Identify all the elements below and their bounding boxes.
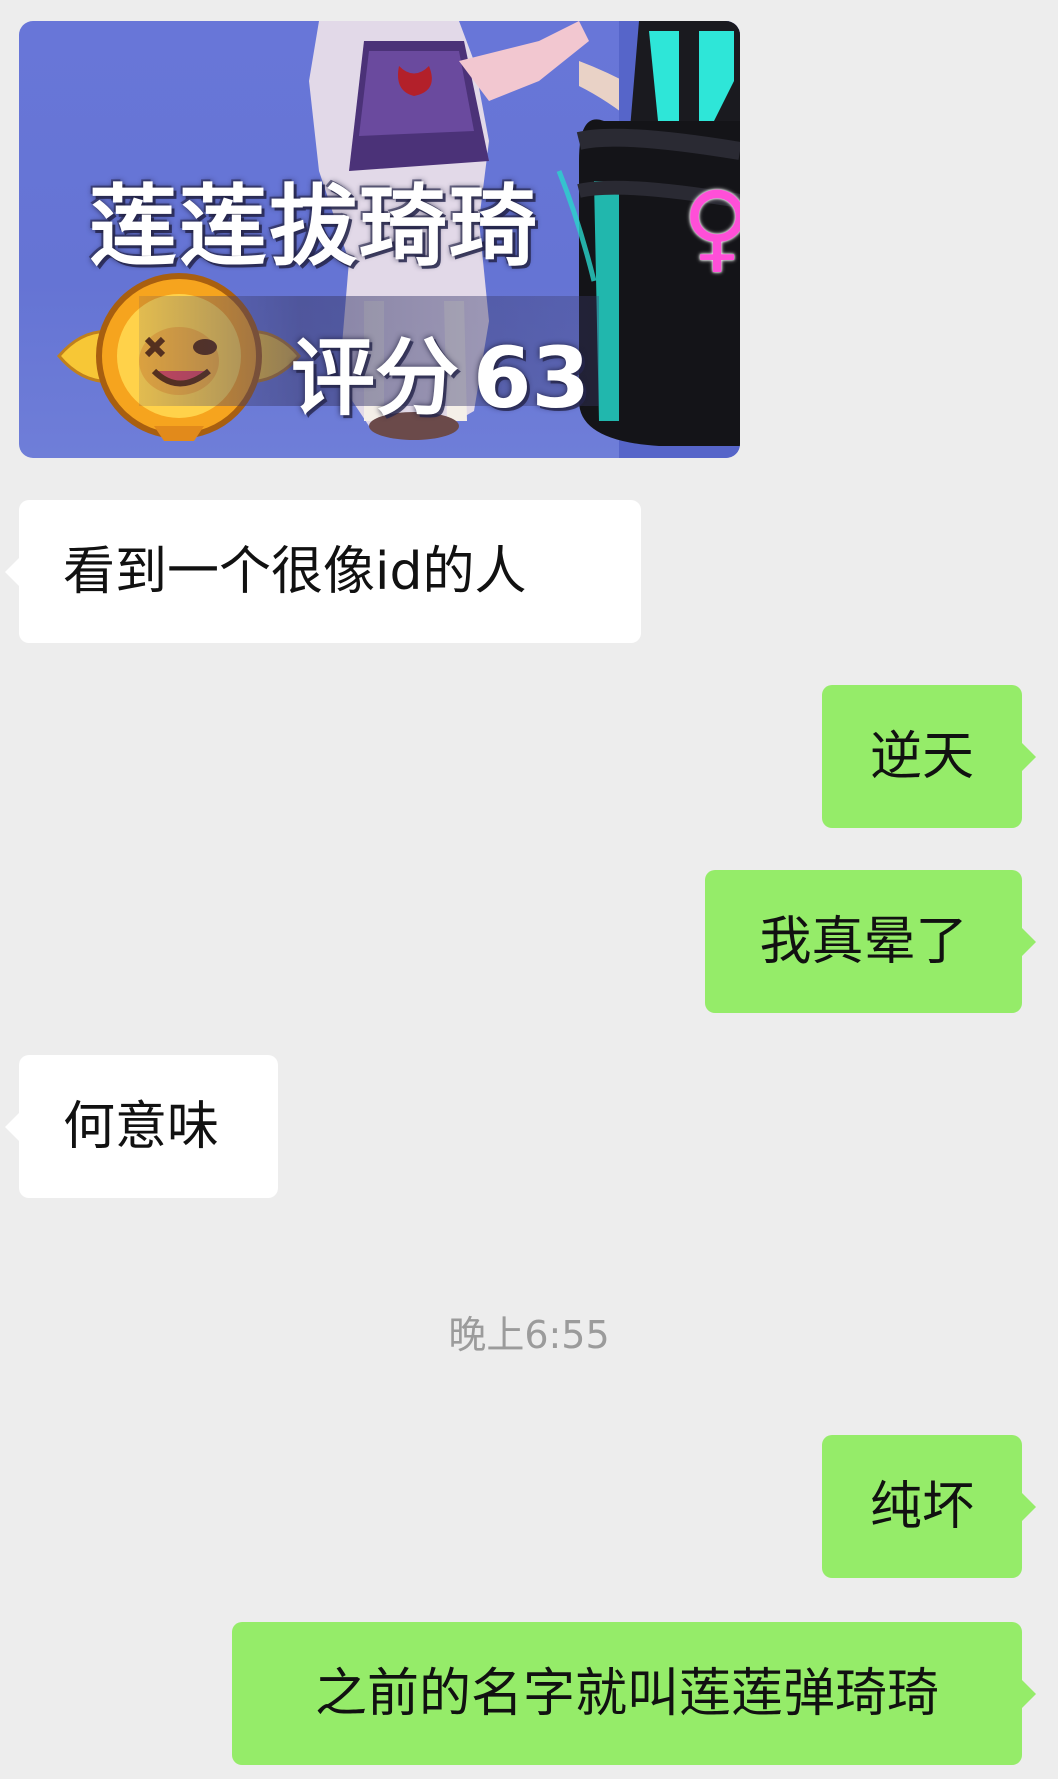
bubble-tail <box>5 1112 19 1141</box>
message-text: 我真晕了 <box>759 911 968 972</box>
bubble-tail <box>5 557 19 586</box>
message-bubble-incoming[interactable]: 看到一个很像id的人 <box>5 500 641 643</box>
score-label: 评分 <box>291 329 460 427</box>
bubble-tail <box>1022 927 1036 956</box>
message-text: 纯坏 <box>869 1476 974 1537</box>
message-bubble-incoming[interactable]: 何意味 <box>5 1055 278 1198</box>
bubble-tail <box>1022 1679 1036 1708</box>
message-bubble-outgoing[interactable]: 纯坏 <box>822 1435 1036 1578</box>
message-timestamp: 晚上6:55 <box>448 1313 610 1357</box>
female-gender-icon: ♀ <box>682 171 740 283</box>
message-bubble-outgoing[interactable]: 我真晕了 <box>705 870 1036 1013</box>
bubble-tail <box>1022 1492 1036 1521</box>
message-text: 看到一个很像id的人 <box>63 541 527 602</box>
score-value: 63 <box>473 329 590 427</box>
chat-window: 莲莲拔琦琦 评分 63 ♀ 看到一个很像id的人 逆天 我真晕了 何意味 晚上6:… <box>0 0 1058 1779</box>
message-text: 之前的名字就叫莲莲弹琦琦 <box>314 1663 939 1724</box>
score-display: 评分 63 <box>291 311 590 432</box>
image-caption: 莲莲拔琦琦 <box>89 175 540 278</box>
message-text: 何意味 <box>63 1096 220 1157</box>
message-bubble-outgoing[interactable]: 之前的名字就叫莲莲弹琦琦 <box>232 1622 1036 1765</box>
image-message[interactable]: 莲莲拔琦琦 评分 63 ♀ <box>19 21 740 458</box>
message-bubble-outgoing[interactable]: 逆天 <box>822 685 1036 828</box>
bubble-tail <box>1022 742 1036 771</box>
message-text: 逆天 <box>869 726 974 787</box>
